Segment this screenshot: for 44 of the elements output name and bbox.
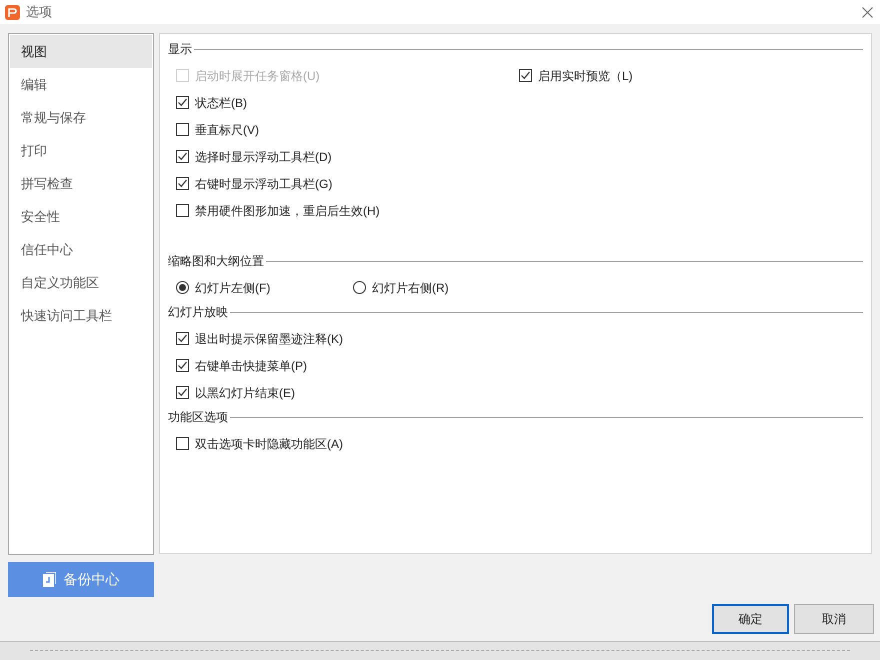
checkbox-label: 启用实时预览（L)	[538, 68, 633, 84]
checkbox[interactable]	[176, 359, 189, 372]
checkbox-label: 右键单击快捷菜单(P)	[195, 358, 307, 374]
radio-label: 幻灯片左侧(F)	[195, 280, 270, 296]
sidebar-item[interactable]: 视图	[10, 35, 152, 68]
sidebar-item[interactable]: 拼写检查	[10, 167, 152, 200]
checkbox-label: 状态栏(B)	[195, 94, 247, 112]
section-title: 显示	[168, 41, 192, 58]
sidebar-item[interactable]: 打印	[10, 134, 152, 167]
window-title: 选项	[26, 3, 52, 22]
checkbox-label: 右键时显示浮动工具栏(G)	[195, 176, 332, 192]
section-title: 缩略图和大纲位置	[168, 253, 264, 270]
sidebar-item[interactable]: 编辑	[10, 68, 152, 101]
checkbox[interactable]	[176, 177, 189, 190]
checkbox-label: 启动时展开任务窗格(U)	[195, 68, 320, 84]
close-icon[interactable]	[862, 6, 873, 18]
checkbox[interactable]	[176, 332, 189, 345]
checkbox-label: 双击选项卡时隐藏功能区(A)	[195, 436, 343, 452]
checkbox-label: 禁用硬件图形加速，重启后生效(H)	[195, 202, 380, 220]
checkbox-label: 退出时提示保留墨迹注释(K)	[195, 330, 343, 348]
checkbox-label: 以黑幻灯片结束(E)	[195, 384, 295, 402]
sidebar-item[interactable]: 常规与保存	[10, 101, 152, 134]
checkbox-label: 垂直标尺(V)	[195, 122, 259, 138]
radio-label: 幻灯片右侧(R)	[372, 280, 449, 296]
checkbox[interactable]	[176, 96, 189, 109]
section-title: 功能区选项	[168, 409, 228, 426]
section-title: 幻灯片放映	[168, 304, 228, 321]
backup-icon	[42, 572, 56, 587]
checkbox[interactable]	[176, 150, 189, 163]
ok-button[interactable]: 确定	[712, 604, 789, 634]
app-logo-icon	[5, 4, 20, 20]
checkbox-label: 选择时显示浮动工具栏(D)	[195, 148, 332, 166]
checkbox[interactable]	[176, 123, 189, 136]
cancel-button[interactable]: 取消	[794, 604, 874, 634]
radio-button[interactable]	[176, 281, 189, 294]
sidebar-item[interactable]: 安全性	[10, 200, 152, 233]
sidebar-item[interactable]: 信任中心	[10, 233, 152, 266]
sidebar-item[interactable]: 快速访问工具栏	[10, 299, 152, 332]
sidebar-item[interactable]: 自定义功能区	[10, 266, 152, 299]
checkbox[interactable]	[176, 386, 189, 399]
radio-button[interactable]	[353, 281, 366, 294]
checkbox[interactable]	[519, 69, 532, 82]
checkbox[interactable]	[176, 437, 189, 450]
checkbox[interactable]	[176, 204, 189, 217]
